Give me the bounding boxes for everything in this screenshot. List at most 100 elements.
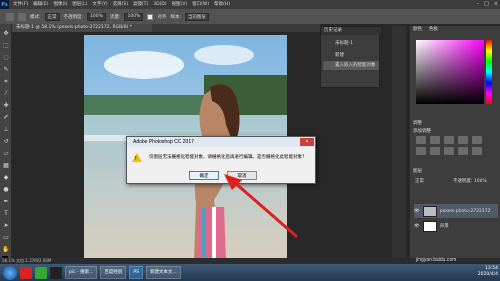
history-item[interactable]: 未标题-1 xyxy=(323,39,379,48)
system-clock[interactable]: 13:54 2020/4/4 xyxy=(478,266,498,278)
color-tab[interactable]: 颜色 xyxy=(410,26,422,34)
dialog-message: 仅图层无法栅格化智能对象，请栅格化后再进行编辑。是否栅格化此智能对象？ xyxy=(149,154,307,159)
options-bar: 模式: 正常 不透明度: 100% 流量: 100% 对齐 样本: 当前图层 xyxy=(0,9,500,24)
hue-saturation-icon[interactable] xyxy=(416,147,426,155)
eye-icon[interactable]: 👁 xyxy=(414,224,420,229)
minimize-icon[interactable]: – xyxy=(477,1,480,7)
clone-stamp-tool-icon[interactable]: ⊥ xyxy=(2,126,10,134)
lasso-tool-icon[interactable]: ◌ xyxy=(2,54,10,62)
taskbar-item[interactable]: PS xyxy=(129,266,143,279)
levels-icon[interactable] xyxy=(430,136,440,144)
sample-select[interactable]: 当前图层 xyxy=(184,12,209,21)
taskbar-item[interactable]: pic - 搜索... xyxy=(65,266,98,279)
maximize-icon[interactable]: □ xyxy=(484,1,489,7)
eye-icon[interactable]: 👁 xyxy=(414,209,420,214)
menu-file[interactable]: 文件(F) xyxy=(13,0,28,9)
menu-items: 文件(F) 编辑(E) 图像(I) 图层(L) 文字(Y) 选择(S) 滤镜(T… xyxy=(13,0,230,9)
layers-tab[interactable]: 图层 xyxy=(410,168,422,176)
sample-label: 样本: xyxy=(170,14,181,20)
layer-name: pexels-photo-2722172 xyxy=(439,208,491,214)
taskbar-item[interactable]: 新建文本文... xyxy=(145,266,181,279)
quick-select-tool-icon[interactable]: ✎ xyxy=(2,66,10,74)
clock-date: 2020/4/4 xyxy=(477,272,498,277)
menu-type[interactable]: 文字(Y) xyxy=(92,0,107,9)
start-button[interactable] xyxy=(3,265,17,280)
adjustments-icons xyxy=(416,136,483,155)
ok-button[interactable]: 确定 xyxy=(189,171,219,180)
photo-filter-icon[interactable] xyxy=(458,147,468,155)
layer-name: 背景 xyxy=(439,224,449,229)
menu-image[interactable]: 图像(I) xyxy=(53,0,67,9)
app-icon[interactable] xyxy=(20,266,32,279)
type-tool-icon[interactable]: T xyxy=(2,210,10,218)
close-icon[interactable]: × xyxy=(494,1,498,7)
path-select-tool-icon[interactable]: ➤ xyxy=(2,222,10,230)
shape-tool-icon[interactable]: ▭ xyxy=(2,234,10,242)
menu-select[interactable]: 选择(S) xyxy=(113,0,128,9)
mode-label: 模式: xyxy=(30,14,41,20)
layer-row[interactable]: 👁 背景 xyxy=(414,219,498,233)
pen-tool-icon[interactable]: ✒ xyxy=(2,198,10,206)
layer-row[interactable]: 👁 pexels-photo-2722172 xyxy=(414,204,498,218)
history-brush-tool-icon[interactable]: ↺ xyxy=(2,138,10,146)
vibrance-icon[interactable] xyxy=(472,136,482,144)
brightness-icon[interactable] xyxy=(416,136,426,144)
swatches-tab[interactable]: 色板 xyxy=(426,26,438,34)
menu-window[interactable]: 窗口(W) xyxy=(192,0,209,9)
annotation-arrow xyxy=(224,174,298,238)
layers-panel: 正常 不透明度: 100% 👁 pexels-photo-2722172 👁 背… xyxy=(410,176,500,236)
panel-dock-icons xyxy=(392,26,406,258)
gradient-tool-icon[interactable]: ▦ xyxy=(2,162,10,170)
color-balance-icon[interactable] xyxy=(430,147,440,155)
clone-stamp-icon[interactable] xyxy=(6,12,14,21)
menu-edit[interactable]: 编辑(E) xyxy=(33,0,48,9)
brush-tool-icon[interactable]: ✐ xyxy=(2,114,10,122)
curves-icon[interactable] xyxy=(444,136,454,144)
history-tab[interactable]: 历史记录 xyxy=(321,27,381,35)
blur-tool-icon[interactable]: ◆ xyxy=(2,174,10,182)
hand-tool-icon[interactable]: ✋ xyxy=(2,246,10,254)
align-checkbox[interactable] xyxy=(147,13,154,20)
history-item-selected[interactable]: 置入嵌入的智能对象 xyxy=(323,61,379,70)
document-tab-bar: 未标题-1 @ 58.1% (pexels-photo-2722172, RGB… xyxy=(12,24,320,32)
menu-layer[interactable]: 图层(L) xyxy=(72,0,87,9)
layer-opacity-field[interactable]: 不透明度: 100% xyxy=(450,178,487,186)
hue-slider[interactable] xyxy=(486,40,492,104)
app-icon[interactable] xyxy=(50,266,62,279)
eyedropper-tool-icon[interactable]: ⁄ xyxy=(2,90,10,98)
warning-icon xyxy=(132,153,142,162)
document-tab[interactable]: 未标题-1 @ 58.1% (pexels-photo-2722172, RGB… xyxy=(12,24,152,32)
move-tool-icon[interactable]: ✥ xyxy=(2,30,10,38)
opacity-label: 不透明度: xyxy=(63,14,84,20)
flow-field[interactable]: 100% xyxy=(124,12,144,21)
taskbar-item[interactable]: 百度经验 xyxy=(100,266,127,279)
channel-mixer-icon[interactable] xyxy=(472,147,482,155)
window-controls: – □ × xyxy=(477,1,498,7)
healing-brush-tool-icon[interactable]: ✚ xyxy=(2,102,10,110)
flow-label: 流量: xyxy=(109,14,121,20)
tools-panel: ✥ ⬚ ◌ ✎ ⌗ ⁄ ✚ ✐ ⊥ ↺ ▱ ▦ ◆ ● ✒ T ➤ ▭ ✋ xyxy=(0,24,12,264)
menu-filter[interactable]: 滤镜(T) xyxy=(133,0,148,9)
menu-view[interactable]: 视图(V) xyxy=(172,0,188,9)
marquee-tool-icon[interactable]: ⬚ xyxy=(2,42,10,50)
opacity-field[interactable]: 100% xyxy=(87,12,106,21)
exposure-icon[interactable] xyxy=(458,136,468,144)
menu-help[interactable]: 帮助(H) xyxy=(214,0,230,9)
close-icon[interactable]: × xyxy=(300,138,314,146)
mode-select[interactable]: 正常 xyxy=(44,12,60,21)
adjustments-tab[interactable]: 调整 xyxy=(410,120,422,128)
history-item[interactable]: 新建 xyxy=(323,51,379,60)
menubar: Ps 文件(F) 编辑(E) 图像(I) 图层(L) 文字(Y) 选择(S) 滤… xyxy=(0,0,500,9)
blend-mode-select[interactable]: 正常 xyxy=(412,178,424,186)
color-picker-field[interactable] xyxy=(416,40,484,104)
dialog-title: Adobe Photoshop CC 2017 xyxy=(127,137,315,147)
photoshop-logo: Ps xyxy=(0,0,9,9)
black-white-icon[interactable] xyxy=(444,147,454,155)
eraser-tool-icon[interactable]: ▱ xyxy=(2,150,10,158)
dodge-tool-icon[interactable]: ● xyxy=(2,186,10,194)
crop-tool-icon[interactable]: ⌗ xyxy=(2,78,10,86)
history-panel: 历史记录 未标题-1 新建 置入嵌入的智能对象 xyxy=(320,26,381,88)
menu-3d[interactable]: 3D(D) xyxy=(153,0,166,9)
brush-preset-icon[interactable] xyxy=(18,12,26,21)
app-icon[interactable] xyxy=(35,266,47,279)
